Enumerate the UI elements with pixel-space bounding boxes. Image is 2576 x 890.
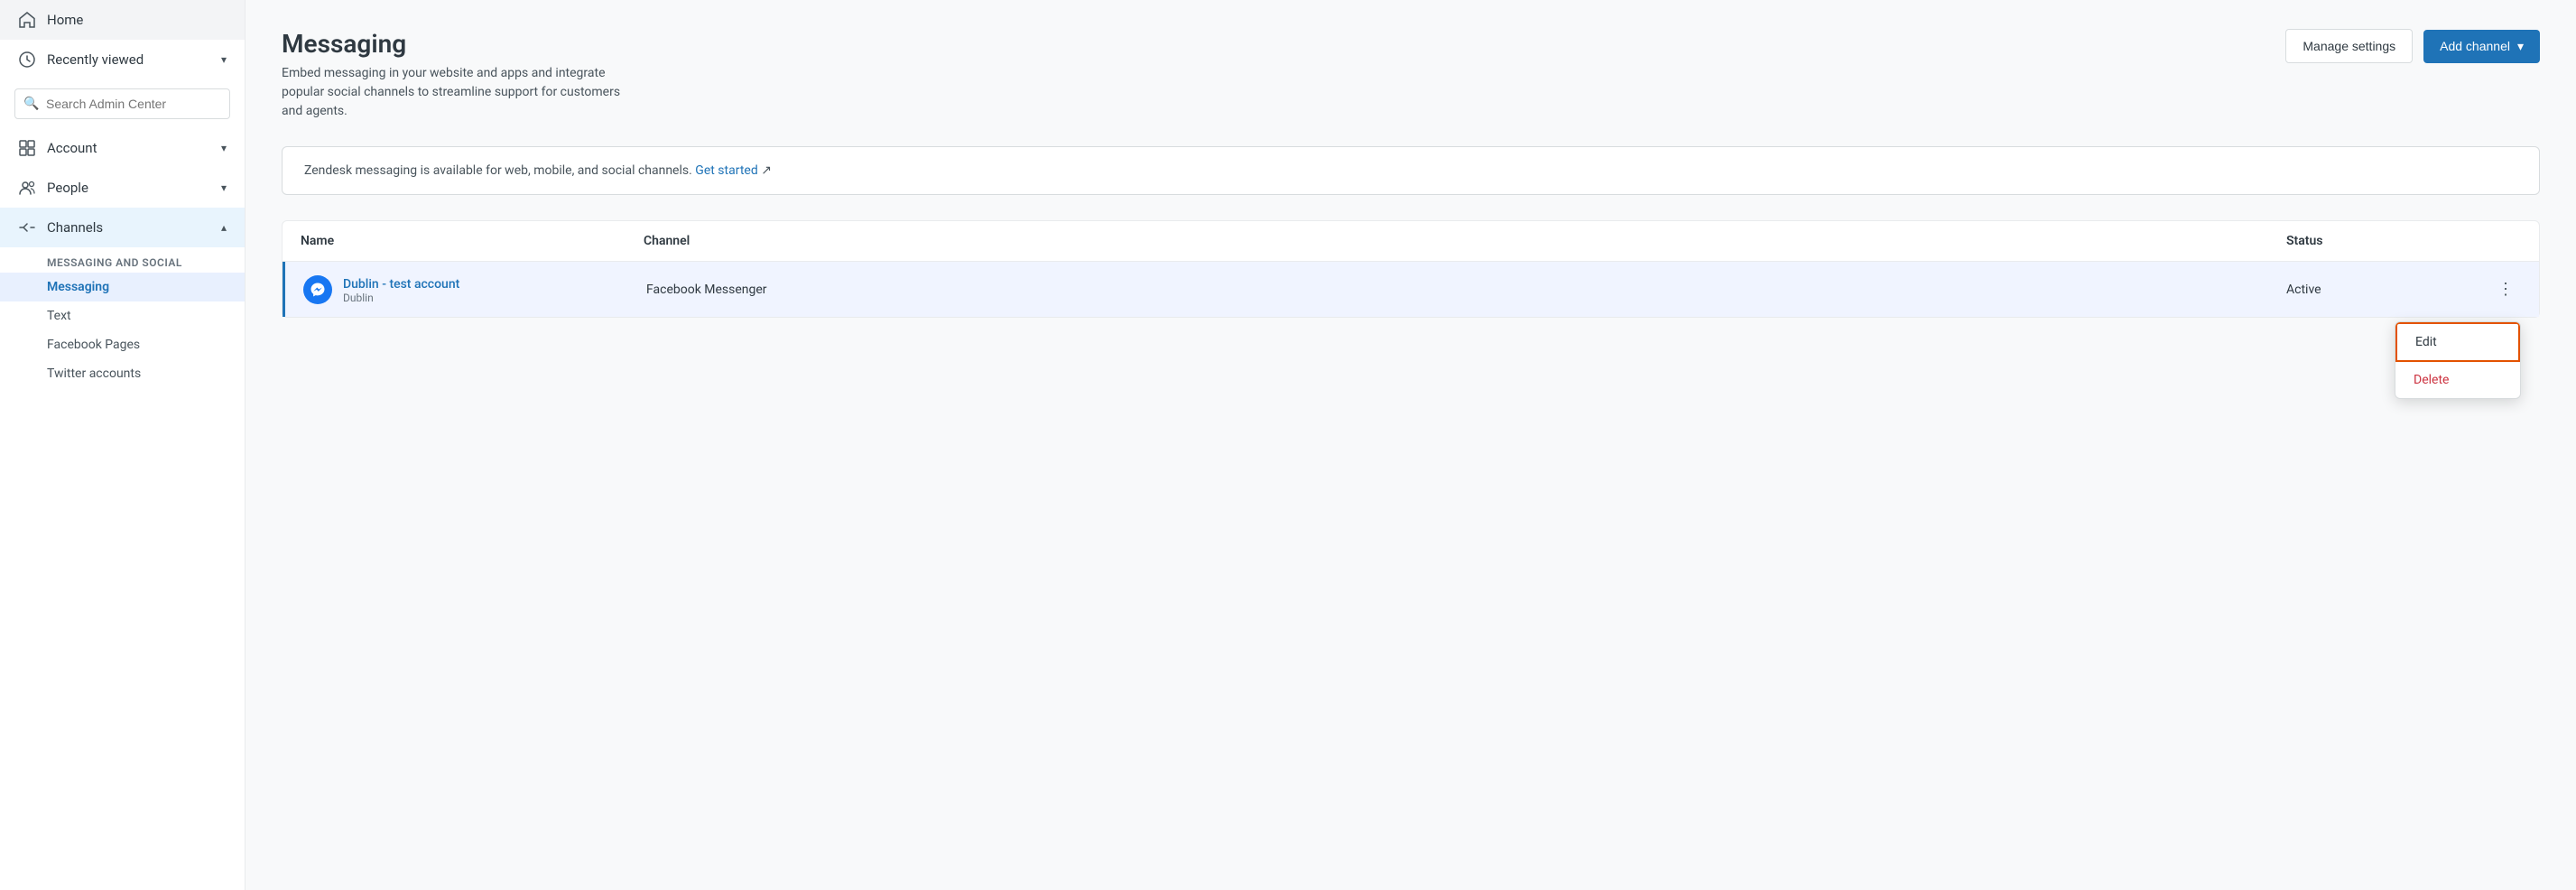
chevron-down-icon: ▾ [221,142,227,154]
channels-table: Name Channel Status Dublin - test accoun… [282,220,2540,318]
sidebar-item-messaging[interactable]: Messaging [0,273,245,301]
sidebar-item-facebook-pages[interactable]: Facebook Pages [0,330,245,359]
clock-icon [18,51,36,69]
page-description: Embed messaging in your website and apps… [282,64,643,121]
people-label: People [47,180,210,196]
search-container: 🔍 [0,79,245,128]
sidebar-item-people[interactable]: People ▾ [0,168,245,208]
main-content: Messaging Embed messaging in your websit… [246,0,2576,890]
page-title: Messaging [282,29,643,59]
home-icon [18,11,36,29]
channel-name-text: Dublin - test account Dublin [343,274,459,304]
page-title-block: Messaging Embed messaging in your websit… [282,29,643,121]
row-actions: ⋮ Edit Delete [2467,276,2521,302]
sidebar-item-twitter-accounts[interactable]: Twitter accounts [0,359,245,388]
sidebar-item-account[interactable]: Account ▾ [0,128,245,168]
channel-type: Facebook Messenger [646,283,2286,297]
sidebar: Home Recently viewed ▾ 🔍 Account ▾ [0,0,246,890]
col-actions [2467,234,2521,248]
get-started-link[interactable]: Get started [695,163,757,178]
facebook-messenger-icon [303,275,332,304]
delete-menu-item[interactable]: Delete [2395,362,2520,398]
messaging-social-section: Messaging and social [0,247,245,273]
search-icon: 🔍 [23,97,39,111]
home-label: Home [47,12,227,28]
sidebar-item-recently-viewed[interactable]: Recently viewed ▾ [0,40,245,79]
dropdown-menu: Edit Delete [2395,321,2521,399]
chevron-up-icon: ▴ [221,221,227,234]
col-status: Status [2286,234,2467,248]
external-link-icon: ↗ [761,163,772,178]
account-icon [18,139,36,157]
sidebar-item-text[interactable]: Text [0,301,245,330]
channel-sub-name: Dublin [343,292,459,304]
channel-name-cell: Dublin - test account Dublin [303,274,646,304]
info-text: Zendesk messaging is available for web, … [304,163,692,178]
sidebar-item-channels[interactable]: Channels ▴ [0,208,245,247]
account-label: Account [47,140,210,156]
chevron-down-icon: ▾ [221,181,227,194]
edit-menu-item[interactable]: Edit [2395,322,2520,362]
header-actions: Manage settings Add channel ▾ [2285,29,2540,63]
add-channel-label: Add channel [2440,39,2510,53]
add-channel-button[interactable]: Add channel ▾ [2423,30,2540,63]
col-name: Name [301,234,644,248]
channels-label: Channels [47,219,210,236]
sidebar-item-home[interactable]: Home [0,0,245,40]
chevron-down-icon: ▾ [221,53,227,66]
channel-name-link[interactable]: Dublin - test account [343,277,459,292]
info-banner: Zendesk messaging is available for web, … [282,146,2540,195]
kebab-menu-button[interactable]: ⋮ [2490,276,2521,302]
table-header: Name Channel Status [283,221,2539,262]
people-icon [18,179,36,197]
page-header: Messaging Embed messaging in your websit… [282,29,2540,121]
recently-viewed-label: Recently viewed [47,51,210,68]
col-channel: Channel [644,234,2286,248]
channels-icon [18,218,36,236]
table-row: Dublin - test account Dublin Facebook Me… [283,262,2539,317]
search-input[interactable] [14,88,230,119]
channel-status: Active [2286,283,2467,297]
manage-settings-button[interactable]: Manage settings [2285,29,2413,63]
chevron-down-icon: ▾ [2517,39,2524,54]
